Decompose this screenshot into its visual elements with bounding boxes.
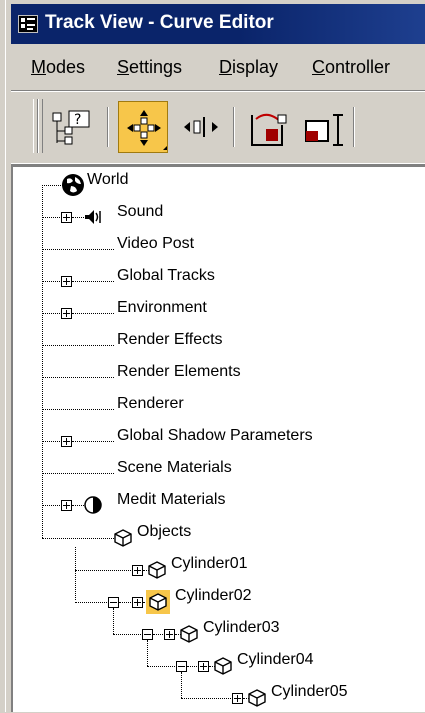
tree-line	[72, 441, 114, 442]
tree-item-cylinder02[interactable]: Cylinder02	[175, 587, 251, 617]
menu-bar: Modes Settings Display Controller	[11, 48, 425, 88]
tree-line	[42, 217, 62, 218]
tree-line	[42, 377, 114, 378]
scale-values-icon	[305, 114, 343, 146]
scale-values-button[interactable]	[298, 101, 348, 153]
track-view-window: Track View - Curve Editor Modes Settings…	[0, 0, 425, 712]
tree-item-cylinder05[interactable]: Cylinder05	[271, 683, 347, 713]
slide-keys-icon	[184, 117, 218, 137]
tree-item-cylinder04[interactable]: Cylinder04	[237, 651, 313, 681]
tree-line	[42, 345, 114, 346]
tree-item-objects[interactable]: Objects	[137, 523, 191, 553]
tree-line	[75, 602, 109, 603]
tree-item-cylinder03[interactable]: Cylinder03	[203, 619, 279, 649]
tree-line	[42, 281, 62, 282]
tree-item-render-effects[interactable]: Render Effects	[117, 331, 223, 361]
tree-line	[42, 249, 114, 250]
tree-line	[72, 313, 114, 314]
toolbar-separator	[107, 107, 109, 147]
cylinder01-cube-icon	[148, 561, 166, 579]
cylinder05-cube-icon	[248, 689, 266, 707]
window-left-edge	[0, 0, 6, 712]
expand-cylinder04-toggle[interactable]	[198, 661, 209, 672]
tree-item-world[interactable]: World	[87, 171, 129, 201]
controller-tree[interactable]: World Sound Video Post Global Tracks Env…	[11, 165, 425, 712]
tree-line	[113, 608, 114, 634]
material-sphere-icon	[84, 496, 102, 514]
tree-line	[181, 672, 182, 698]
tree-line	[42, 441, 62, 442]
tree-line	[42, 313, 62, 314]
collapse-cylinder02-toggle[interactable]	[108, 597, 119, 608]
menu-display[interactable]: Display	[219, 57, 278, 78]
tree-line	[75, 570, 133, 571]
filters-button[interactable]: ?	[45, 101, 95, 153]
toolbar: ?	[11, 90, 425, 164]
objects-cube-icon	[114, 529, 132, 547]
tree-line	[42, 538, 114, 539]
cylinder03-cube-icon	[180, 625, 198, 643]
tree-item-video-post[interactable]: Video Post	[117, 235, 194, 265]
scale-keys-icon	[251, 113, 287, 146]
speaker-icon	[85, 210, 101, 224]
expand-sound-toggle[interactable]	[61, 212, 72, 223]
expand-cylinder02-toggle[interactable]	[132, 597, 143, 608]
window-title: Track View - Curve Editor	[45, 12, 274, 33]
slide-keys-button[interactable]	[176, 101, 226, 153]
expand-cylinder03-toggle[interactable]	[164, 629, 175, 640]
tree-item-render-elements[interactable]: Render Elements	[117, 363, 241, 393]
move-keys-button[interactable]	[118, 101, 168, 153]
tree-line	[181, 698, 233, 699]
tree-line	[113, 634, 143, 635]
tree-item-environment[interactable]: Environment	[117, 299, 207, 329]
svg-text:?: ?	[74, 112, 81, 128]
menu-modes[interactable]: Modes	[31, 57, 85, 78]
tree-item-global-shadow-parameters[interactable]: Global Shadow Parameters	[117, 427, 313, 457]
scale-keys-button[interactable]	[242, 101, 292, 153]
cylinder02-cube-icon	[149, 593, 167, 611]
title-bar[interactable]: Track View - Curve Editor	[11, 4, 425, 44]
tree-line	[42, 505, 62, 506]
tree-item-cylinder01[interactable]: Cylinder01	[171, 555, 247, 585]
tree-line	[42, 185, 43, 538]
toolbar-grip-2[interactable]	[38, 99, 43, 153]
menu-controller[interactable]: Controller	[312, 57, 390, 78]
expand-cylinder05-toggle[interactable]	[232, 693, 243, 704]
tree-item-scene-materials[interactable]: Scene Materials	[117, 459, 232, 489]
tree-line	[75, 547, 76, 600]
tree-line	[119, 602, 133, 603]
world-globe-icon	[62, 174, 84, 196]
menu-settings[interactable]: Settings	[117, 57, 182, 78]
cylinder04-cube-icon	[214, 657, 232, 675]
tree-item-renderer[interactable]: Renderer	[117, 395, 184, 425]
expand-medit-materials-toggle[interactable]	[61, 500, 72, 511]
tree-line	[42, 473, 114, 474]
tree-line	[147, 640, 148, 666]
tree-line	[147, 666, 177, 667]
toolbar-separator-3	[353, 107, 355, 147]
filters-tree-icon: ?	[52, 110, 90, 145]
expand-global-tracks-toggle[interactable]	[61, 276, 72, 287]
tree-line	[42, 409, 114, 410]
expand-global-shadow-toggle[interactable]	[61, 436, 72, 447]
expand-environment-toggle[interactable]	[61, 308, 72, 319]
tree-item-medit-materials[interactable]: Medit Materials	[117, 491, 225, 521]
track-view-app-icon	[18, 15, 38, 33]
move-keys-icon	[127, 110, 167, 150]
collapse-cylinder03-toggle[interactable]	[142, 629, 153, 640]
tree-item-sound[interactable]: Sound	[117, 203, 163, 233]
tree-line	[72, 281, 114, 282]
toolbar-separator-2	[233, 107, 235, 147]
tree-item-global-tracks[interactable]: Global Tracks	[117, 267, 215, 297]
collapse-cylinder04-toggle[interactable]	[176, 661, 187, 672]
tree-line	[42, 185, 63, 186]
expand-cylinder01-toggle[interactable]	[132, 565, 143, 576]
